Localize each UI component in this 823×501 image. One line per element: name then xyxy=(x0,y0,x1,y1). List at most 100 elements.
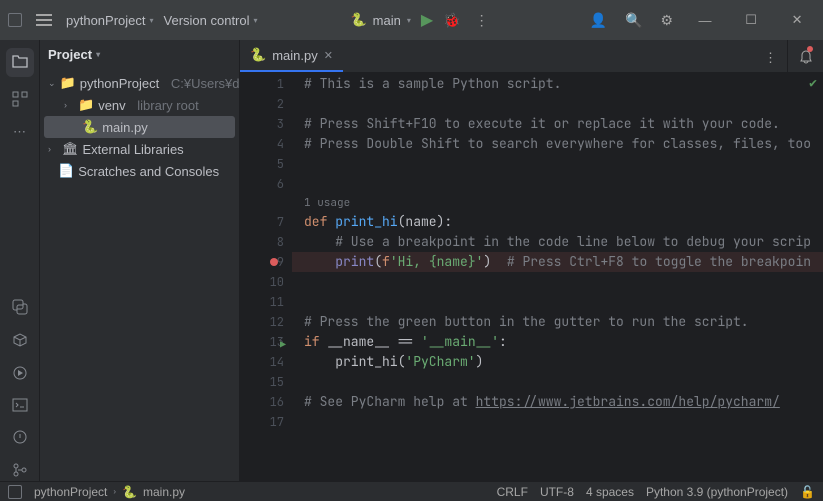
chevron-down-icon: ▾ xyxy=(254,16,258,25)
debug-button[interactable]: 🐞 xyxy=(443,12,460,29)
folder-icon: 📁 xyxy=(78,97,94,113)
main-menu-button[interactable] xyxy=(32,10,56,30)
project-tool-icon[interactable] xyxy=(6,48,34,77)
line-number[interactable]: 1 xyxy=(240,74,292,94)
run-configuration-dropdown[interactable]: 🐍 main ▾ xyxy=(350,12,410,28)
library-icon: 🏛 xyxy=(62,141,79,157)
chevron-down-icon: ▾ xyxy=(150,16,154,25)
chevron-right-icon: › xyxy=(113,487,116,496)
tree-label: Scratches and Consoles xyxy=(78,164,219,179)
structure-tool-icon[interactable] xyxy=(12,91,28,110)
line-number[interactable]: 2 xyxy=(240,94,292,114)
breadcrumb[interactable]: pythonProject › 🐍 main.py xyxy=(34,485,185,499)
editor-tab[interactable]: 🐍 main.py ✕ xyxy=(240,40,343,72)
status-bar: pythonProject › 🐍 main.py CRLF UTF-8 4 s… xyxy=(0,481,823,501)
tree-label: pythonProject xyxy=(80,76,160,91)
line-number[interactable]: 10 xyxy=(240,272,292,292)
more-actions-button[interactable]: ⋮ xyxy=(471,8,493,33)
vcs-tool-icon[interactable] xyxy=(12,462,28,481)
project-selector[interactable]: pythonProject ▾ xyxy=(66,13,154,28)
app-logo-icon xyxy=(8,13,22,27)
notification-dot-icon xyxy=(807,46,813,52)
tree-label: External Libraries xyxy=(83,142,184,157)
tree-hint: C:¥Users¥deve xyxy=(171,76,239,91)
tool-windows-icon[interactable] xyxy=(8,485,22,499)
title-bar: pythonProject ▾ Version control ▾ 🐍 main… xyxy=(0,0,823,40)
line-number[interactable]: 6 xyxy=(240,174,292,194)
line-number[interactable]: 9 xyxy=(240,252,292,272)
project-panel-header[interactable]: Project ▾ xyxy=(40,40,239,68)
expand-arrow-icon[interactable]: ⌄ xyxy=(48,78,56,89)
line-number[interactable]: 15 xyxy=(240,372,292,392)
gutter-spacer xyxy=(240,194,292,212)
encoding-widget[interactable]: UTF-8 xyxy=(540,485,574,499)
python-icon: 🐍 xyxy=(350,12,366,28)
indent-widget[interactable]: 4 spaces xyxy=(586,485,634,499)
tree-venv[interactable]: › 📁 venv library root xyxy=(40,94,239,116)
version-control-dropdown[interactable]: Version control ▾ xyxy=(164,13,258,28)
tree-external-libs[interactable]: › 🏛 External Libraries xyxy=(40,138,239,160)
close-tab-icon[interactable]: ✕ xyxy=(324,49,333,62)
inspection-ok-icon[interactable]: ✔ xyxy=(809,74,817,91)
code-area[interactable]: ✔ # This is a sample Python script. # Pr… xyxy=(292,72,823,481)
project-name: pythonProject xyxy=(66,13,146,28)
project-tree: ⌄ 📁 pythonProject C:¥Users¥deve › 📁 venv… xyxy=(40,68,239,186)
line-number[interactable]: 7 xyxy=(240,212,292,232)
line-number[interactable]: 17 xyxy=(240,412,292,432)
run-config-name: main xyxy=(373,13,401,28)
line-number[interactable]: 8 xyxy=(240,232,292,252)
vc-label: Version control xyxy=(164,13,250,28)
panel-title: Project xyxy=(48,47,92,62)
tab-options-button[interactable]: ⋮ xyxy=(758,44,783,72)
python-file-icon: 🐍 xyxy=(122,485,137,499)
tree-main-file[interactable]: 🐍 main.py xyxy=(44,116,235,138)
editor: 🐍 main.py ✕ ⋮ 1 2 3 4 5 6 7 8 xyxy=(240,40,823,481)
maximize-button[interactable]: ☐ xyxy=(733,12,769,28)
tree-label: main.py xyxy=(102,120,148,135)
more-tools-icon[interactable]: ⋯ xyxy=(13,124,26,140)
project-tool-window: Project ▾ ⌄ 📁 pythonProject C:¥Users¥dev… xyxy=(40,40,240,481)
terminal-tool-icon[interactable] xyxy=(12,398,28,415)
tree-root[interactable]: ⌄ 📁 pythonProject C:¥Users¥deve xyxy=(40,72,239,94)
python-console-tool-icon[interactable] xyxy=(12,299,28,318)
line-number[interactable]: 11 xyxy=(240,292,292,312)
problems-tool-icon[interactable] xyxy=(12,429,28,448)
tree-hint: library root xyxy=(137,98,198,113)
expand-arrow-icon[interactable]: › xyxy=(64,100,74,110)
code-with-me-icon[interactable]: 👤 xyxy=(586,8,611,33)
lock-icon[interactable]: 🔓 xyxy=(800,485,815,499)
line-number[interactable]: 5 xyxy=(240,154,292,174)
chevron-down-icon: ▾ xyxy=(407,16,411,25)
packages-tool-icon[interactable] xyxy=(12,332,28,351)
tab-label: main.py xyxy=(272,48,318,63)
services-tool-icon[interactable] xyxy=(12,365,28,384)
expand-arrow-icon[interactable]: › xyxy=(48,144,58,154)
breadcrumb-item[interactable]: pythonProject xyxy=(34,485,107,499)
python-file-icon: 🐍 xyxy=(82,119,98,135)
line-separator-widget[interactable]: CRLF xyxy=(497,485,528,499)
left-tool-stripe: ⋯ xyxy=(0,40,40,481)
gutter: 1 2 3 4 5 6 7 8 9 10 11 12 ▶13 14 15 16 … xyxy=(240,72,292,481)
line-number[interactable]: ▶13 xyxy=(240,332,292,352)
interpreter-widget[interactable]: Python 3.9 (pythonProject) xyxy=(646,485,788,499)
python-file-icon: 🐍 xyxy=(250,47,266,63)
settings-gear-icon[interactable]: ⚙ xyxy=(656,8,677,33)
search-everywhere-icon[interactable]: 🔍 xyxy=(621,8,646,33)
line-number[interactable]: 4 xyxy=(240,134,292,154)
line-number[interactable]: 12 xyxy=(240,312,292,332)
scratch-icon: 📄 xyxy=(58,163,74,179)
folder-icon: 📁 xyxy=(60,75,76,91)
breadcrumb-item[interactable]: main.py xyxy=(143,485,185,499)
usage-hint[interactable]: 1 usage xyxy=(292,194,823,212)
close-button[interactable]: ✕ xyxy=(779,12,815,28)
breakpoint-icon[interactable] xyxy=(270,258,278,266)
minimize-button[interactable]: — xyxy=(687,13,723,28)
line-number[interactable]: 3 xyxy=(240,114,292,134)
line-number[interactable]: 14 xyxy=(240,352,292,372)
tree-scratches[interactable]: 📄 Scratches and Consoles xyxy=(40,160,239,182)
notifications-button[interactable] xyxy=(787,40,823,72)
tree-label: venv xyxy=(98,98,125,113)
run-button[interactable]: ▶ xyxy=(421,10,433,30)
line-number[interactable]: 16 xyxy=(240,392,292,412)
chevron-down-icon: ▾ xyxy=(96,50,100,59)
